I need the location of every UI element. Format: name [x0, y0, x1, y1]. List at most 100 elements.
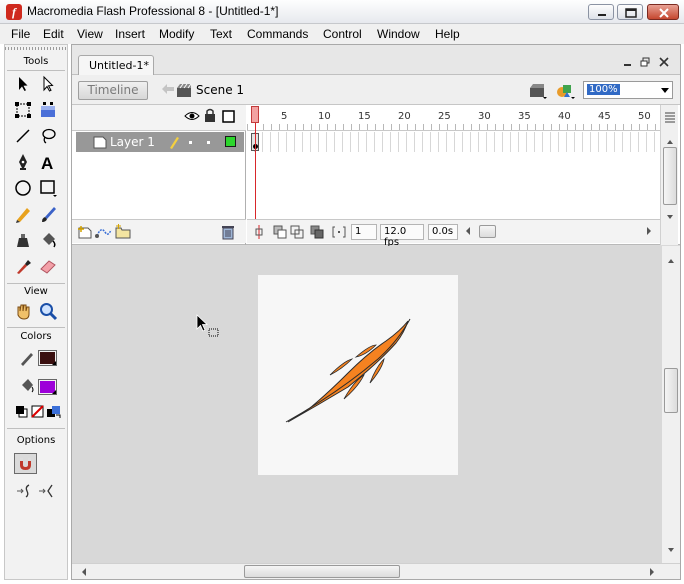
ink-bottle-tool-icon[interactable] [13, 230, 33, 250]
ruler-tick: 5 [281, 111, 288, 122]
center-frame-icon[interactable] [253, 225, 265, 242]
hand-tool-icon[interactable] [13, 301, 33, 321]
edit-scene-icon[interactable] [529, 82, 549, 103]
edit-multiple-frames-icon[interactable] [310, 225, 324, 242]
zoom-select[interactable]: 100% [583, 81, 673, 99]
back-arrow-icon[interactable] [161, 83, 175, 98]
outline-all-icon[interactable] [222, 110, 235, 126]
scroll-left-arrow-icon[interactable] [80, 567, 88, 580]
options-section-label: Options [16, 435, 56, 446]
timeline-toggle-button[interactable]: Timeline [78, 81, 148, 100]
oval-tool-icon[interactable] [13, 178, 33, 198]
add-motion-guide-icon[interactable] [95, 224, 113, 243]
snap-to-objects-icon[interactable] [14, 453, 37, 474]
insert-layer-icon[interactable] [77, 224, 93, 243]
frame-rate: 12.0 fps [380, 224, 424, 248]
zoom-tool-icon[interactable] [38, 301, 58, 321]
swap-colors-icon[interactable] [46, 404, 66, 424]
scene-icon [176, 83, 192, 101]
lock-dot-icon[interactable] [207, 141, 210, 144]
scroll-right-arrow-icon[interactable] [648, 567, 656, 580]
selection-tool-icon[interactable] [13, 74, 33, 94]
stage-hscroll-thumb[interactable] [244, 565, 400, 578]
layer-view-menu-icon[interactable] [664, 111, 676, 126]
playhead[interactable] [251, 106, 259, 123]
frame-row[interactable] [247, 132, 660, 152]
eraser-tool-icon[interactable] [38, 256, 58, 276]
scroll-right-arrow-icon[interactable] [645, 226, 653, 239]
menu-edit[interactable]: Edit [43, 27, 64, 41]
free-transform-tool-icon[interactable] [13, 100, 33, 120]
straighten-icon[interactable] [37, 481, 57, 501]
layer-icon [93, 135, 107, 152]
frames-area[interactable]: 1 5 10 15 20 25 30 35 40 45 50 [247, 105, 660, 248]
text-tool-icon[interactable]: A [38, 152, 58, 172]
outline-color-icon[interactable] [225, 136, 236, 147]
fill-transform-tool-icon[interactable] [38, 100, 58, 120]
fill-color-icon [18, 376, 38, 396]
eyedropper-tool-icon[interactable] [13, 256, 33, 276]
pencil-tool-icon[interactable] [13, 204, 33, 224]
stage-workarea[interactable] [72, 246, 662, 563]
stage-vscroll-thumb[interactable] [664, 368, 678, 413]
menu-file[interactable]: File [11, 27, 30, 41]
stage-hscroll[interactable] [72, 563, 680, 579]
elapsed-time: 0.0s [428, 224, 458, 240]
doc-minimize-icon[interactable] [623, 57, 633, 70]
paint-bucket-tool-icon[interactable] [38, 230, 58, 250]
timeline-panel: Layer 1 5 10 15 20 25 30 35 40 45 50 1 1… [72, 105, 680, 248]
ruler-tick: 35 [518, 111, 531, 122]
scroll-down-arrow-icon[interactable] [667, 543, 675, 556]
menu-text[interactable]: Text [210, 27, 232, 41]
smooth-icon[interactable] [15, 481, 35, 501]
edit-symbols-icon[interactable] [555, 81, 577, 104]
show-hide-all-icon[interactable] [184, 110, 200, 125]
rectangle-tool-icon[interactable] [38, 178, 58, 198]
lasso-tool-icon[interactable] [38, 126, 58, 146]
close-button[interactable] [647, 4, 679, 20]
subselection-tool-icon[interactable] [38, 74, 58, 94]
insert-folder-icon[interactable] [115, 224, 131, 243]
modify-onion-markers-icon[interactable] [332, 225, 346, 242]
delete-layer-icon[interactable] [221, 224, 235, 243]
menu-commands[interactable]: Commands [247, 27, 308, 41]
playhead-line [255, 123, 256, 219]
doc-restore-icon[interactable] [640, 57, 650, 70]
onion-skin-outlines-icon[interactable] [290, 225, 304, 242]
menu-insert[interactable]: Insert [115, 27, 145, 41]
panel-grip[interactable] [5, 47, 67, 50]
menu-help[interactable]: Help [435, 27, 460, 41]
layer-row[interactable]: Layer 1 [76, 132, 244, 152]
doc-close-icon[interactable] [659, 57, 669, 70]
fill-color-swatch[interactable] [38, 379, 57, 395]
title-bar: f Macromedia Flash Professional 8 - [Unt… [0, 0, 684, 24]
document-tab[interactable]: Untitled-1* [78, 55, 154, 75]
lock-all-icon[interactable] [204, 108, 216, 126]
pen-tool-icon[interactable] [13, 152, 33, 172]
onion-skin-icon[interactable] [273, 225, 287, 242]
timeline-vscroll[interactable] [660, 105, 678, 245]
stroke-color-swatch[interactable] [38, 350, 57, 366]
stage[interactable] [258, 275, 458, 475]
layer-name[interactable]: Layer 1 [110, 135, 155, 149]
scroll-down-arrow-icon[interactable] [666, 210, 674, 223]
menu-modify[interactable]: Modify [159, 27, 194, 41]
chevron-down-icon[interactable] [661, 88, 669, 93]
line-tool-icon[interactable] [13, 126, 33, 146]
menu-window[interactable]: Window [377, 27, 420, 41]
menu-view[interactable]: View [77, 27, 103, 41]
svg-text:A: A [41, 154, 53, 172]
timeline-hscroll-thumb[interactable] [479, 225, 496, 238]
timeline-vscroll-thumb[interactable] [663, 147, 677, 205]
stage-vscroll[interactable] [662, 246, 680, 563]
mouse-pointer-icon [196, 314, 222, 343]
scroll-up-arrow-icon[interactable] [667, 254, 675, 267]
maximize-button[interactable] [617, 4, 643, 20]
visibility-dot-icon[interactable] [189, 141, 192, 144]
menu-control[interactable]: Control [323, 27, 362, 41]
minimize-button[interactable] [588, 4, 614, 20]
scroll-left-arrow-icon[interactable] [464, 226, 472, 239]
feather-drawing[interactable] [258, 275, 458, 475]
frame-ruler[interactable]: 1 5 10 15 20 25 30 35 40 45 50 [247, 105, 660, 131]
brush-tool-icon[interactable] [38, 204, 58, 224]
